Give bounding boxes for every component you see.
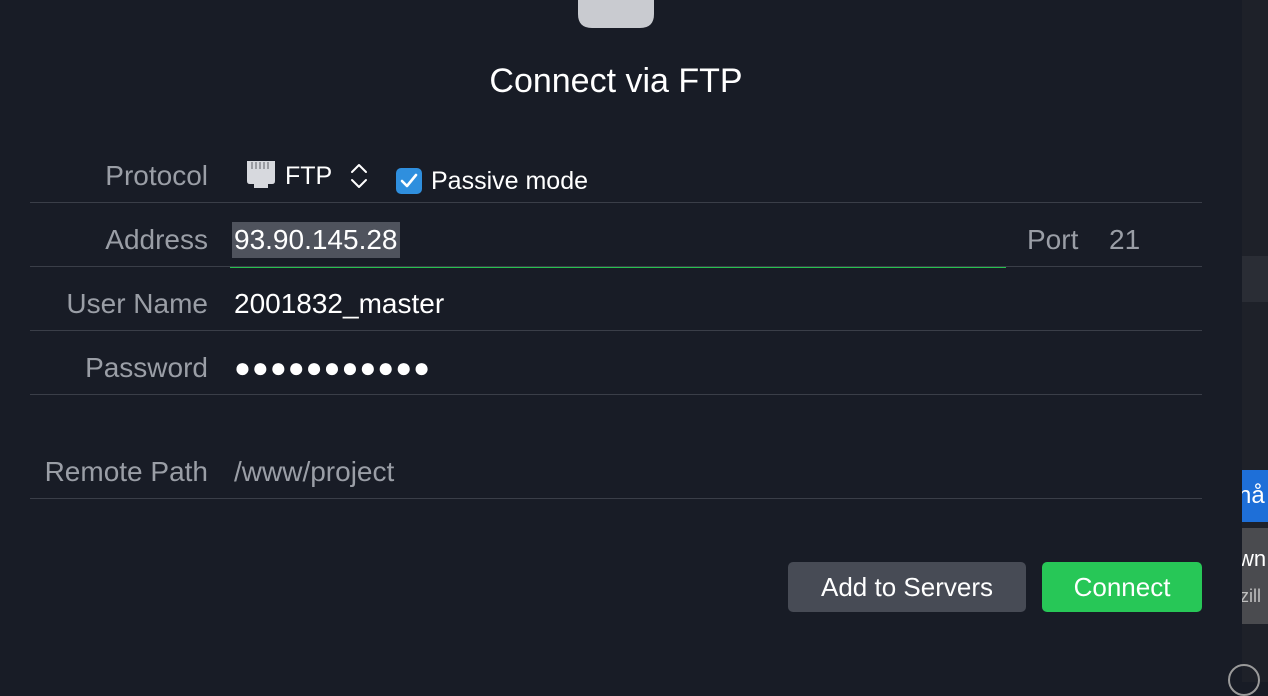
divider [30,330,1202,331]
background-item-title: wn [1242,546,1267,571]
background-toolbar-band [1242,256,1268,302]
background-list-item[interactable]: wn zill [1242,528,1268,624]
divider [30,202,1202,203]
password-label: Password [85,352,208,383]
remote-path-label: Remote Path [44,456,208,487]
circle-icon[interactable] [1228,664,1260,696]
add-to-servers-button[interactable]: Add to Servers [788,562,1026,612]
protocol-select[interactable]: FTP [285,162,332,191]
remote-path-input[interactable]: /www/project [234,456,394,488]
checkmark-icon [400,173,418,188]
chevron-up-down-icon[interactable] [348,162,370,190]
passive-mode-checkbox[interactable] [396,168,422,194]
background-window-edge: nå wn zill [1228,0,1268,696]
username-label: User Name [66,288,208,319]
background-blue-button[interactable]: nå [1242,470,1268,522]
address-label: Address [105,224,208,255]
ethernet-port-icon [578,0,654,28]
connect-button[interactable]: Connect [1042,562,1202,612]
ethernet-port-icon [247,161,275,188]
background-item-subtitle: zill [1242,586,1261,606]
password-input[interactable]: ●●●●●●●●●●● [234,352,431,384]
address-input[interactable]: 93.90.145.28 [232,222,400,258]
divider [30,266,1202,267]
protocol-label: Protocol [105,160,208,191]
ftp-connect-dialog: Connect via FTP Protocol FTP Passive mod… [0,0,1242,682]
username-input[interactable]: 2001832_master [234,288,444,320]
divider [30,498,1202,499]
passive-mode-label[interactable]: Passive mode [431,167,588,196]
port-input[interactable]: 21 [1109,224,1140,256]
dialog-title: Connect via FTP [489,62,743,100]
divider [30,394,1202,395]
port-label: Port [1027,224,1079,255]
